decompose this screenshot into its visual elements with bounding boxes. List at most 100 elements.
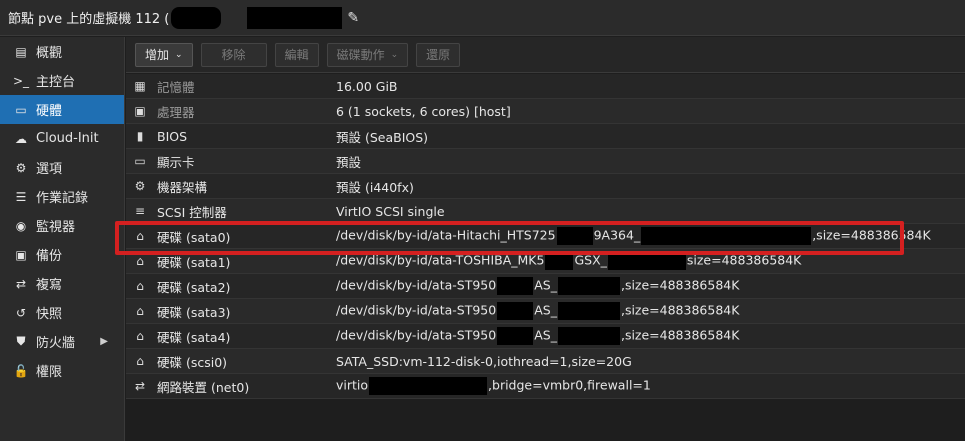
hardware-value: 16.00 GiB xyxy=(336,78,398,94)
hardware-value-cell: 預設 (i440fx) xyxy=(332,177,965,196)
hardware-key-label: 硬碟 (sata1) xyxy=(157,254,231,270)
hardware-value-cell: /dev/disk/by-id/ata-ST950 AS_ ,size=488386… xyxy=(332,277,965,295)
sidebar-item[interactable]: ▭ 硬體 xyxy=(0,95,124,124)
floppy-icon: ▣ xyxy=(15,247,27,262)
sidebar-item-label: 防火牆 xyxy=(36,336,76,351)
exchange-icon: ⇄ xyxy=(134,379,146,393)
hdd-icon: ⌂ xyxy=(136,354,144,368)
sidebar-item-label: 主控台 xyxy=(36,75,76,90)
revert-button[interactable]: 還原 xyxy=(416,42,461,67)
hardware-value-part: /dev/disk/by-id/ata-TOSHIBA_MK5 xyxy=(336,252,545,268)
sidebar-item-label: 監視器 xyxy=(36,220,76,235)
hardware-key-cell: ▭ 顯示卡 xyxy=(126,152,332,171)
shield-icon: ⛊ xyxy=(16,334,26,348)
hardware-row[interactable]: ⚙ 機器架構 預設 (i440fx) xyxy=(126,174,965,199)
hardware-value-part: AS_ xyxy=(534,327,557,343)
redacted-block xyxy=(557,277,620,295)
remove-button[interactable]: 移除 xyxy=(200,42,267,67)
sidebar-item[interactable]: ⇄ 複寫 xyxy=(0,269,124,298)
sidebar-item[interactable]: ▤ 概觀 xyxy=(0,37,124,66)
hdd-icon: ⌂ xyxy=(136,254,144,268)
edit-button-label: 編輯 xyxy=(284,48,309,62)
hardware-value: 預設 (SeaBIOS) xyxy=(336,129,429,145)
hdd-icon: ⌂ xyxy=(136,304,144,318)
book-icon: ▤ xyxy=(15,44,27,59)
hardware-key-label: 硬碟 (sata0) xyxy=(157,229,231,245)
sidebar-item[interactable]: ▣ 備份 xyxy=(0,240,124,269)
hardware-value-part: /dev/disk/by-id/ata-ST950 xyxy=(336,327,497,343)
sidebar-item[interactable]: 🔓 權限 xyxy=(0,356,124,385)
hardware-row[interactable]: ▦ 記憶體 16.00 GiB xyxy=(126,74,965,99)
hardware-key-cell: ⌂ 硬碟 (scsi0) xyxy=(126,352,332,371)
sidebar-item[interactable]: ☁ Cloud-Init xyxy=(0,124,124,153)
hardware-value: 預設 xyxy=(336,154,362,170)
hardware-row[interactable]: ⌂ 硬碟 (sata4) /dev/disk/by-id/ata-ST950 AS_,… xyxy=(126,324,965,349)
hardware-value-part: /dev/disk/by-id/ata-Hitachi_HTS725 xyxy=(336,227,556,243)
disk-action-button[interactable]: 磁碟動作 ⌄ xyxy=(326,42,409,67)
hardware-row[interactable]: ⌂ 硬碟 (scsi0) SATA_SSD:vm-112-disk-0,iothre… xyxy=(126,349,965,374)
hardware-key-label: 機器架構 xyxy=(157,179,208,195)
hardware-key-label: 硬碟 (sata4) xyxy=(157,329,231,345)
hardware-key-cell: ⌂ 硬碟 (sata2) xyxy=(126,277,332,296)
hardware-key-cell: ▮ BIOS xyxy=(126,129,332,144)
hardware-value-cell: /dev/disk/by-id/ata-ST950 AS_ ,size=488386… xyxy=(332,327,965,345)
sidebar-item[interactable]: >_ 主控台 xyxy=(0,66,124,95)
hardware-row[interactable]: ≡ SCSI 控制器 VirtIO SCSI single xyxy=(126,199,965,224)
hardware-row[interactable]: ⌂ 硬碟 (sata1) /dev/disk/by-id/ata-TOSHIBA_M… xyxy=(126,249,965,274)
hardware-value-part: AS_ xyxy=(534,302,557,318)
hardware-value: 預設 (i440fx) xyxy=(336,179,414,195)
sidebar-item[interactable]: ⛊ 防火牆 ▶ xyxy=(0,327,124,356)
hardware-value-part: ,bridge=vmbr0,firewall=1 xyxy=(488,377,651,393)
hardware-row[interactable]: ⇄ 網路裝置 (net0) virtio ,bridge=vmbr0,firewall… xyxy=(126,374,965,399)
hardware-grid: ▦ 記憶體 16.00 GiB ▣ 處理器 6 (1 sockets, 6 cores) … xyxy=(126,74,965,399)
hardware-key-cell: ≡ SCSI 控制器 xyxy=(126,202,332,221)
hardware-value-cell: /dev/disk/by-id/ata-ST950 AS_ ,size=488386… xyxy=(332,302,965,320)
pencil-icon[interactable]: ✎ xyxy=(347,10,359,26)
desktop-icon: ▭ xyxy=(134,154,146,168)
hardware-key-label: BIOS xyxy=(157,128,188,144)
hardware-value-part: GSX_ xyxy=(574,252,607,268)
hardware-value-cell: 預設 (SeaBIOS) xyxy=(332,127,965,146)
hardware-key-cell: ⚙ 機器架構 xyxy=(126,177,332,196)
hardware-value-cell: /dev/disk/by-id/ata-TOSHIBA_MK5 GSX_ size=… xyxy=(332,252,965,270)
hardware-row[interactable]: ⌂ 硬碟 (sata2) /dev/disk/by-id/ata-ST950 AS_,… xyxy=(126,274,965,299)
hardware-row[interactable]: ⌂ 硬碟 (sata3) /dev/disk/by-id/ata-ST950 AS_,… xyxy=(126,299,965,324)
hardware-key-cell: ⇄ 網路裝置 (net0) xyxy=(126,377,332,396)
window-title: 節點 pve 上的虛擬機 112 ( xyxy=(8,12,170,27)
hardware-row[interactable]: ⌂ 硬碟 (sata0) /dev/disk/by-id/ata-Hitachi_H… xyxy=(126,224,965,249)
list-icon: ☰ xyxy=(15,189,27,204)
microchip-icon: ▮ xyxy=(136,129,144,143)
sidebar-item[interactable]: ◉ 監視器 xyxy=(0,211,124,240)
hardware-row[interactable]: ▮ BIOS 預設 (SeaBIOS) xyxy=(126,124,965,149)
hardware-key-label: 硬碟 (sata3) xyxy=(157,304,231,320)
sidebar-item[interactable]: ⚙ 選項 xyxy=(0,153,124,182)
database-icon: ≡ xyxy=(134,204,146,218)
sidebar-item[interactable]: ☰ 作業記錄 xyxy=(0,182,124,211)
hardware-value-part: /dev/disk/by-id/ata-ST950 xyxy=(336,302,497,318)
hardware-row[interactable]: ▭ 顯示卡 預設 xyxy=(126,149,965,174)
add-button[interactable]: 增加 ⌄ xyxy=(135,42,193,67)
cloud-icon: ☁ xyxy=(15,131,27,146)
hardware-key-cell: ⌂ 硬碟 (sata1) xyxy=(126,252,332,271)
hardware-value-part: ,size=488386584K xyxy=(620,277,740,293)
chevron-down-icon: ⌄ xyxy=(390,49,399,60)
hardware-key-cell: ⌂ 硬碟 (sata4) xyxy=(126,327,332,346)
hardware-value-part: AS_ xyxy=(534,277,557,293)
edit-button[interactable]: 編輯 xyxy=(274,42,319,67)
hardware-value-part: ,size=488386584K xyxy=(812,227,931,243)
hardware-value-cell: /dev/disk/by-id/ata-Hitachi_HTS725 9A364_… xyxy=(332,227,965,245)
history-icon: ↺ xyxy=(15,305,27,320)
hardware-value-part: 9A364_ xyxy=(593,227,641,243)
redacted-block xyxy=(497,277,534,295)
hardware-value: 6 (1 sockets, 6 cores) [host] xyxy=(336,103,511,119)
hardware-row[interactable]: ▣ 處理器 6 (1 sockets, 6 cores) [host] xyxy=(126,99,965,124)
window-titlebar: 節點 pve 上的虛擬機 112 ( ✎ xyxy=(0,0,965,36)
revert-button-label: 還原 xyxy=(426,48,451,62)
remove-button-label: 移除 xyxy=(221,48,246,62)
cogs-icon: ⚙ xyxy=(134,179,146,193)
redacted-block xyxy=(545,252,574,270)
caret-right-icon: ▶ xyxy=(100,336,108,347)
redacted-block xyxy=(556,227,593,245)
hardware-value-part: ,size=488386584K xyxy=(620,302,740,318)
sidebar-item[interactable]: ↺ 快照 xyxy=(0,298,124,327)
